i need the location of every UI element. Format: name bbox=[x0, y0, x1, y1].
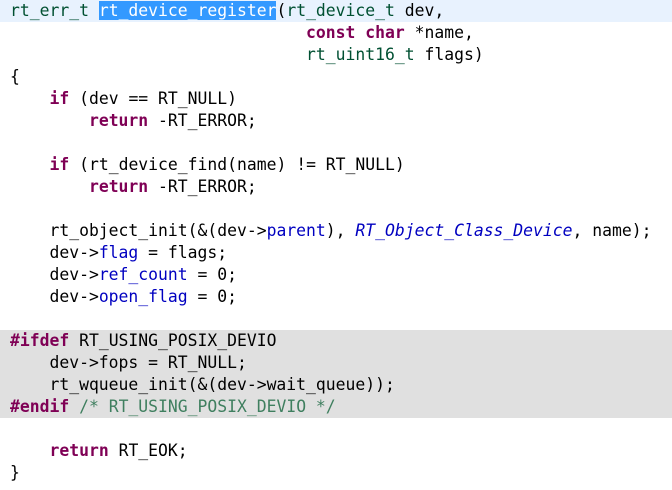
type-token: rt_uint16_t bbox=[306, 45, 415, 64]
code-line[interactable]: { bbox=[0, 66, 672, 88]
code-editor[interactable]: rt_err_t rt_device_register(rt_device_t … bbox=[0, 0, 672, 490]
code-line[interactable]: if (rt_device_find(name) != RT_NULL) bbox=[0, 154, 672, 176]
enum-token: RT_Object_Class_Device bbox=[355, 221, 573, 240]
field-token: flag bbox=[98, 243, 139, 262]
code-token: dev->fops = RT_NULL; bbox=[10, 353, 247, 372]
code-token: = 0; bbox=[187, 287, 237, 306]
code-token: { bbox=[10, 67, 20, 86]
keyword-token: if bbox=[49, 155, 70, 174]
type-token: rt_err_t bbox=[10, 1, 89, 20]
code-line[interactable]: rt_err_t rt_device_register(rt_device_t … bbox=[0, 0, 672, 22]
code-line[interactable]: dev->open_flag = 0; bbox=[0, 286, 672, 308]
code-line[interactable]: #endif /* RT_USING_POSIX_DEVIO */ bbox=[0, 396, 672, 418]
keyword-token: if bbox=[49, 89, 70, 108]
code-token: rt_object_init(&(dev-> bbox=[10, 221, 267, 240]
keyword-token: return bbox=[88, 111, 149, 130]
code-token: *name, bbox=[404, 23, 474, 42]
code-token: RT_USING_POSIX_DEVIO bbox=[69, 331, 277, 350]
code-line[interactable]: rt_uint16_t flags) bbox=[0, 44, 672, 66]
code-line[interactable]: return RT_EOK; bbox=[0, 440, 672, 462]
code-token: RT_EOK; bbox=[108, 441, 188, 460]
code-line[interactable]: rt_object_init(&(dev->parent), RT_Object… bbox=[0, 220, 672, 242]
field-token: parent bbox=[266, 221, 326, 240]
code-token: ), bbox=[325, 221, 356, 240]
code-token: dev-> bbox=[10, 243, 99, 262]
field-token: open_flag bbox=[98, 287, 188, 306]
code-token: dev-> bbox=[10, 287, 99, 306]
keyword-token: #ifdef bbox=[10, 331, 70, 350]
code-token: dev, bbox=[394, 1, 445, 20]
code-token: } bbox=[10, 463, 20, 482]
code-lines: rt_err_t rt_device_register(rt_device_t … bbox=[0, 0, 672, 484]
code-line[interactable] bbox=[0, 132, 672, 154]
code-line[interactable]: dev->fops = RT_NULL; bbox=[0, 352, 672, 374]
code-token: (dev == RT_NULL) bbox=[69, 89, 237, 108]
type-token: rt_device_t bbox=[286, 1, 395, 20]
code-token: rt_wqueue_init(&(dev->wait_queue)); bbox=[10, 375, 395, 394]
code-token: flags) bbox=[414, 45, 484, 64]
code-token: = flags; bbox=[138, 243, 228, 262]
selected-token: rt_device_register bbox=[98, 1, 277, 20]
code-line[interactable]: rt_wqueue_init(&(dev->wait_queue)); bbox=[0, 374, 672, 396]
code-token: dev-> bbox=[10, 265, 99, 284]
code-line[interactable] bbox=[0, 418, 672, 440]
code-line[interactable]: dev->flag = flags; bbox=[0, 242, 672, 264]
code-line[interactable]: return -RT_ERROR; bbox=[0, 110, 672, 132]
code-line[interactable]: return -RT_ERROR; bbox=[0, 176, 672, 198]
code-token: = 0; bbox=[187, 265, 237, 284]
code-line[interactable]: if (dev == RT_NULL) bbox=[0, 88, 672, 110]
keyword-token: return bbox=[49, 441, 109, 460]
keyword-token: const bbox=[306, 23, 356, 42]
keyword-token: char bbox=[365, 23, 405, 42]
code-line[interactable]: #ifdef RT_USING_POSIX_DEVIO bbox=[0, 330, 672, 352]
keyword-token: #endif bbox=[10, 397, 70, 416]
code-line[interactable] bbox=[0, 198, 672, 220]
code-token: -RT_ERROR; bbox=[148, 111, 257, 130]
field-token: ref_count bbox=[98, 265, 188, 284]
comment-token: /* RT_USING_POSIX_DEVIO */ bbox=[79, 397, 336, 416]
code-token: ( bbox=[276, 1, 287, 20]
keyword-token: return bbox=[88, 177, 149, 196]
code-token: , name); bbox=[572, 221, 652, 240]
code-line[interactable]: dev->ref_count = 0; bbox=[0, 264, 672, 286]
code-line[interactable] bbox=[0, 308, 672, 330]
code-token: -RT_ERROR; bbox=[148, 177, 257, 196]
code-token: (rt_device_find(name) != RT_NULL) bbox=[69, 155, 405, 174]
code-line[interactable]: const char *name, bbox=[0, 22, 672, 44]
code-line[interactable]: } bbox=[0, 462, 672, 484]
